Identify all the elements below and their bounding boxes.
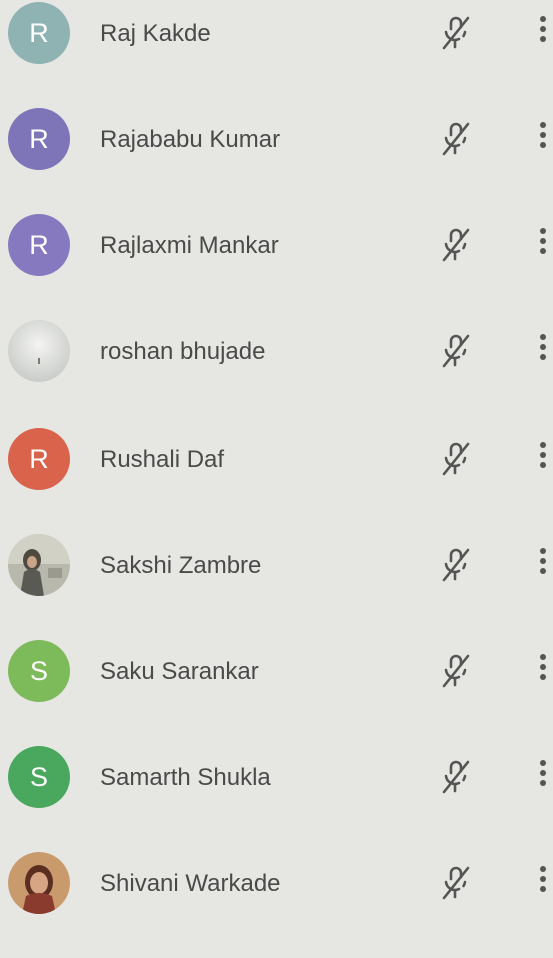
participant-name: Saku Sarankar <box>100 658 259 685</box>
more-vert-icon[interactable] <box>537 224 553 264</box>
avatar: R <box>8 428 70 490</box>
more-vert-icon[interactable] <box>537 862 553 902</box>
avatar: R <box>8 214 70 276</box>
participant-name: Shivani Warkade <box>100 870 281 897</box>
avatar <box>8 852 70 914</box>
mic-off-icon[interactable] <box>436 224 474 264</box>
avatar: R <box>8 2 70 64</box>
more-vert-icon[interactable] <box>537 650 553 690</box>
avatar <box>8 534 70 596</box>
more-vert-icon[interactable] <box>537 118 553 158</box>
more-vert-icon[interactable] <box>537 330 553 370</box>
participant-row[interactable]: S Samarth Shukla <box>0 746 553 852</box>
mic-off-icon[interactable] <box>436 12 474 52</box>
avatar: R <box>8 108 70 170</box>
participant-row[interactable]: Sakshi Zambre <box>0 534 553 640</box>
mic-off-icon[interactable] <box>436 650 474 690</box>
more-vert-icon[interactable] <box>537 438 553 478</box>
mic-off-icon[interactable] <box>436 862 474 902</box>
participant-name: Rushali Daf <box>100 446 225 473</box>
participant-name: Samarth Shukla <box>100 764 271 791</box>
participant-name: Raj Kakde <box>100 20 211 47</box>
more-vert-icon[interactable] <box>537 12 553 52</box>
participant-row[interactable]: R Raj Kakde <box>0 2 553 108</box>
mic-off-icon[interactable] <box>436 544 474 584</box>
mic-off-icon[interactable] <box>436 118 474 158</box>
avatar <box>8 320 70 382</box>
participant-row[interactable]: S Saku Sarankar <box>0 640 553 746</box>
more-vert-icon[interactable] <box>537 756 553 796</box>
participant-row[interactable]: R Rajababu Kumar <box>0 108 553 214</box>
mic-off-icon[interactable] <box>436 330 474 370</box>
mic-off-icon[interactable] <box>436 438 474 478</box>
participant-row[interactable]: R Rushali Daf <box>0 428 553 534</box>
participant-row[interactable]: roshan bhujade <box>0 320 553 426</box>
participant-name: Rajababu Kumar <box>100 126 281 153</box>
participant-row[interactable]: R Rajlaxmi Mankar <box>0 214 553 320</box>
avatar: S <box>8 640 70 702</box>
participant-name: Sakshi Zambre <box>100 552 262 579</box>
avatar: S <box>8 746 70 808</box>
participant-list: R Raj Kakde R Rajababu Kumar R Rajlaxmi … <box>0 0 553 914</box>
participant-row[interactable]: Shivani Warkade <box>0 852 553 958</box>
more-vert-icon[interactable] <box>537 544 553 584</box>
mic-off-icon[interactable] <box>436 756 474 796</box>
participant-name: Rajlaxmi Mankar <box>100 232 279 259</box>
participant-name: roshan bhujade <box>100 338 266 365</box>
